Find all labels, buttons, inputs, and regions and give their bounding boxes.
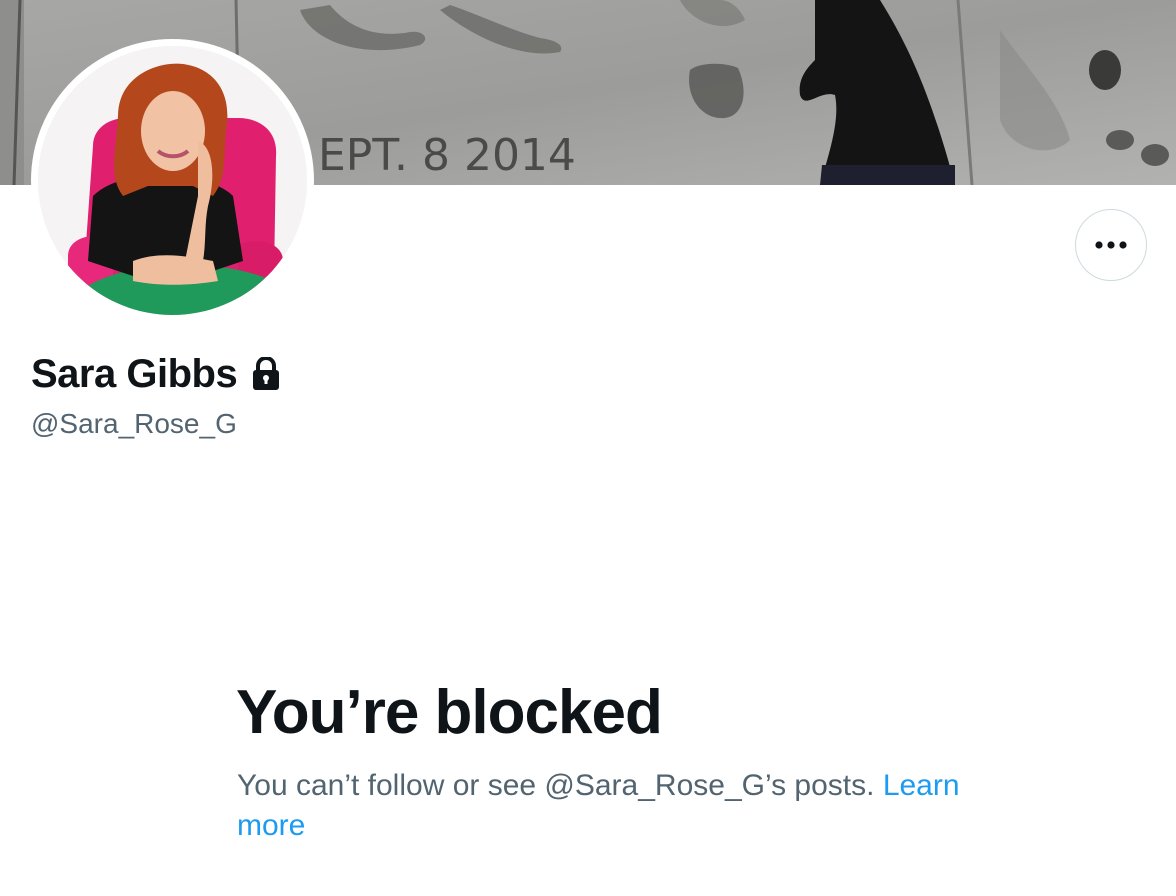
profile-handle: @Sara_Rose_G [31, 408, 237, 439]
avatar[interactable] [31, 39, 314, 322]
blocked-message-text: You can’t follow or see @Sara_Rose_G’s p… [237, 769, 883, 802]
more-options-button[interactable] [1075, 209, 1147, 281]
avatar-photo [38, 46, 307, 315]
more-horizontal-icon [1095, 241, 1127, 249]
blocked-message: You can’t follow or see @Sara_Rose_G’s p… [237, 766, 997, 846]
display-name: Sara Gibbs [31, 352, 238, 396]
profile-name-row: Sara Gibbs [31, 354, 281, 394]
lock-icon [251, 355, 281, 391]
blocked-title: You’re blocked [236, 678, 663, 747]
banner-engraved-text: EPT. 8 2014 [318, 130, 576, 181]
